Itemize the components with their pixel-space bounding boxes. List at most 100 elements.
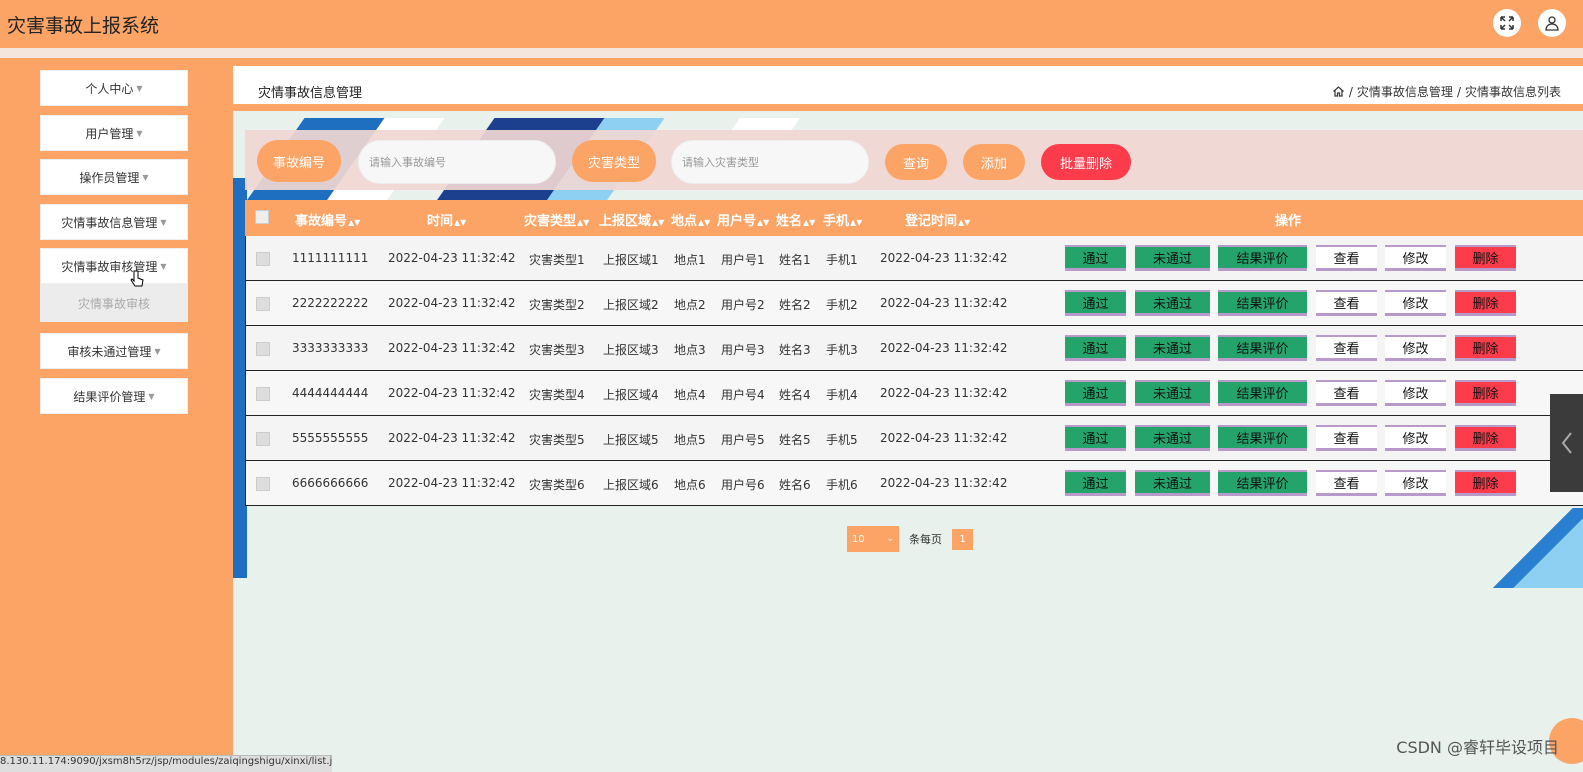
view-button[interactable]: 查看 — [1316, 380, 1377, 406]
edit-button[interactable]: 修改 — [1385, 425, 1446, 451]
delete-button[interactable]: 删除 — [1455, 470, 1516, 496]
column-header-region[interactable]: 上报区域▲▼ — [599, 210, 664, 229]
evaluate-button[interactable]: 结果评价 — [1218, 245, 1307, 271]
view-button[interactable]: 查看 — [1316, 335, 1377, 361]
delete-button[interactable]: 删除 — [1455, 335, 1516, 361]
edit-button[interactable]: 修改 — [1385, 380, 1446, 406]
edit-button[interactable]: 修改 — [1385, 470, 1446, 496]
column-header-id[interactable]: 事故编号▲▼ — [295, 210, 360, 229]
submenu-item-label: 灾情事故审核 — [77, 296, 150, 311]
add-button[interactable]: 添加 — [963, 144, 1025, 180]
row-checkbox[interactable] — [256, 252, 270, 266]
cell-name: 姓名1 — [779, 253, 811, 267]
delete-button[interactable]: 删除 — [1455, 290, 1516, 316]
sidebar-item-disaster-info-management[interactable]: 灾情事故信息管理 ▼ — [40, 204, 188, 240]
submenu-item-disaster-review[interactable]: 灾情事故审核 — [40, 284, 188, 322]
batch-delete-button[interactable]: 批量删除 — [1041, 144, 1131, 180]
row-checkbox[interactable] — [256, 387, 270, 401]
evaluate-button[interactable]: 结果评价 — [1218, 425, 1307, 451]
cell-phone: 手机6 — [826, 478, 858, 492]
pass-button[interactable]: 通过 — [1065, 290, 1126, 316]
chevron-down-icon: ⌄ — [886, 534, 894, 544]
accident-id-input[interactable] — [358, 140, 556, 184]
top-strip — [0, 48, 1583, 58]
column-header-reg-time[interactable]: 登记时间▲▼ — [905, 210, 970, 229]
page-size-select[interactable]: 10 ⌄ — [847, 526, 899, 552]
row-checkbox[interactable] — [256, 297, 270, 311]
column-header-time[interactable]: 时间▲▼ — [427, 210, 466, 229]
fail-button[interactable]: 未通过 — [1135, 290, 1210, 316]
view-button[interactable]: 查看 — [1316, 425, 1377, 451]
table-row: 5555555555 2022-04-23 11:32:42 灾害类型5 上报区域5 地… — [245, 416, 1583, 461]
column-header-user[interactable]: 用户号▲▼ — [717, 210, 769, 229]
evaluate-button[interactable]: 结果评价 — [1218, 290, 1307, 316]
evaluate-button[interactable]: 结果评价 — [1218, 335, 1307, 361]
delete-button[interactable]: 删除 — [1455, 425, 1516, 451]
fail-button[interactable]: 未通过 — [1135, 425, 1210, 451]
table-body: 1111111111 2022-04-23 11:32:42 灾害类型1 上报区域1 地… — [245, 236, 1583, 506]
column-header-place[interactable]: 地点▲▼ — [671, 210, 710, 229]
edit-button[interactable]: 修改 — [1385, 245, 1446, 271]
fail-button[interactable]: 未通过 — [1135, 335, 1210, 361]
collapse-panel-tab[interactable] — [1550, 394, 1583, 492]
pass-button[interactable]: 通过 — [1065, 335, 1126, 361]
cell-region: 上报区域1 — [603, 253, 659, 267]
pass-button[interactable]: 通过 — [1065, 470, 1126, 496]
cell-user-id: 用户号1 — [721, 253, 765, 267]
cell-reg-time: 2022-04-23 11:32:42 — [880, 476, 1008, 490]
page-title: 灾情事故信息管理 — [258, 86, 363, 101]
select-all-checkbox[interactable] — [255, 210, 269, 224]
cell-reg-time: 2022-04-23 11:32:42 — [880, 296, 1008, 310]
evaluate-button[interactable]: 结果评价 — [1218, 380, 1307, 406]
evaluate-button[interactable]: 结果评价 — [1218, 470, 1307, 496]
cell-region: 上报区域2 — [603, 298, 659, 312]
row-checkbox[interactable] — [256, 342, 270, 356]
disaster-type-input[interactable] — [671, 140, 869, 184]
query-button[interactable]: 查询 — [885, 144, 947, 180]
cell-region: 上报区域3 — [603, 343, 659, 357]
view-button[interactable]: 查看 — [1316, 470, 1377, 496]
cell-place: 地点6 — [674, 478, 706, 492]
breadcrumb-item: 灾情事故信息列表 — [1464, 85, 1561, 99]
sidebar-item-operator-management[interactable]: 操作员管理 ▼ — [40, 159, 188, 195]
sidebar-item-review-failed-management[interactable]: 审核未通过管理 ▼ — [40, 333, 188, 369]
sidebar-item-label: 审核未通过管理 — [67, 344, 152, 359]
sidebar-item-user-management[interactable]: 用户管理 ▼ — [40, 115, 188, 151]
view-button[interactable]: 查看 — [1316, 290, 1377, 316]
user-icon[interactable] — [1538, 9, 1566, 37]
row-checkbox[interactable] — [256, 477, 270, 491]
pass-button[interactable]: 通过 — [1065, 380, 1126, 406]
cell-phone: 手机3 — [826, 343, 858, 357]
fail-button[interactable]: 未通过 — [1135, 245, 1210, 271]
breadcrumb-item[interactable]: 灾情事故信息管理 — [1357, 83, 1453, 100]
column-header-phone[interactable]: 手机▲▼ — [823, 210, 862, 229]
cell-time: 2022-04-23 11:32:42 — [388, 431, 516, 445]
fullscreen-icon[interactable] — [1493, 9, 1521, 37]
delete-button[interactable]: 删除 — [1455, 245, 1516, 271]
cell-time: 2022-04-23 11:32:42 — [388, 386, 516, 400]
column-header-type[interactable]: 灾害类型▲▼ — [524, 210, 589, 229]
pass-button[interactable]: 通过 — [1065, 425, 1126, 451]
cell-phone: 手机1 — [826, 253, 858, 267]
home-icon[interactable] — [1332, 85, 1345, 98]
delete-button[interactable]: 删除 — [1455, 380, 1516, 406]
column-header-label: 地点 — [671, 214, 698, 229]
edit-button[interactable]: 修改 — [1385, 290, 1446, 316]
cell-disaster-type: 灾害类型2 — [529, 298, 585, 312]
cell-reg-time: 2022-04-23 11:32:42 — [880, 251, 1008, 265]
column-header-name[interactable]: 姓名▲▼ — [776, 210, 815, 229]
sort-icon: ▲▼ — [348, 218, 361, 227]
fail-button[interactable]: 未通过 — [1135, 470, 1210, 496]
cell-disaster-type: 灾害类型5 — [529, 433, 585, 447]
sidebar-item-result-evaluation-management[interactable]: 结果评价管理 ▼ — [40, 378, 188, 414]
fail-button[interactable]: 未通过 — [1135, 380, 1210, 406]
page-number-button[interactable]: 1 — [952, 528, 973, 550]
pass-button[interactable]: 通过 — [1065, 245, 1126, 271]
cell-name: 姓名3 — [779, 343, 811, 357]
sidebar-item-disaster-review-management[interactable]: 灾情事故审核管理 ▼ — [40, 248, 188, 284]
sidebar-item-personal-center[interactable]: 个人中心 ▼ — [40, 70, 188, 106]
sidebar-item-label: 个人中心 — [85, 81, 134, 96]
row-checkbox[interactable] — [256, 432, 270, 446]
view-button[interactable]: 查看 — [1316, 245, 1377, 271]
edit-button[interactable]: 修改 — [1385, 335, 1446, 361]
